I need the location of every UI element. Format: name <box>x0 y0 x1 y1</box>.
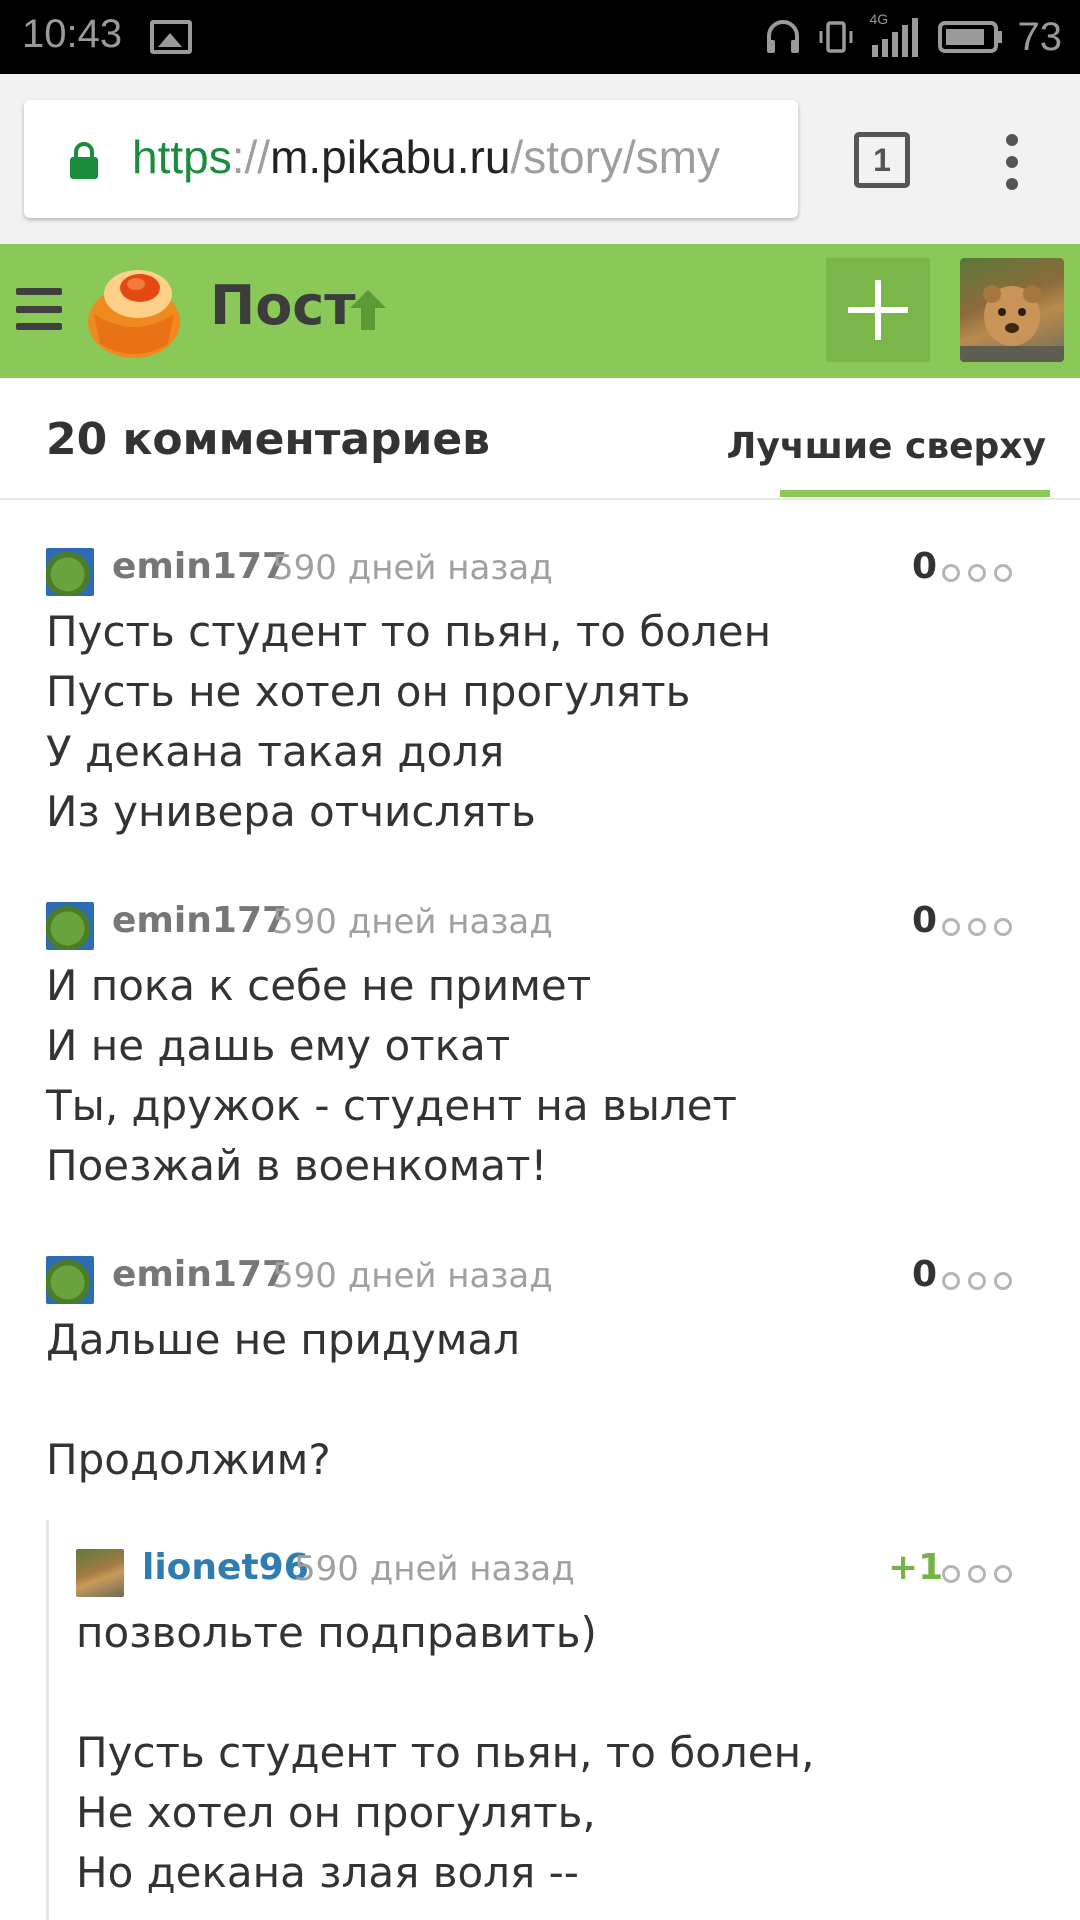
page-title: Пост <box>210 274 356 337</box>
comment-author[interactable]: emin177 <box>112 546 287 587</box>
comment-author[interactable]: emin177 <box>112 900 287 941</box>
comment-time: 590 дней назад <box>294 1549 575 1589</box>
url-host: m.pikabu.ru <box>270 131 511 183</box>
user-avatar[interactable] <box>960 258 1064 362</box>
comment-text: Дальше не придумал Продолжим? <box>46 1315 520 1484</box>
browser-toolbar: https://m.pikabu.ru/story/smy 1 <box>0 74 1080 244</box>
comment-rating: +1 <box>888 1547 944 1588</box>
image-icon <box>150 20 192 54</box>
more-options-icon[interactable] <box>942 917 1012 937</box>
comment-time: 590 дней назад <box>272 1256 553 1296</box>
signal-icon: 4G <box>870 11 924 59</box>
pikabu-logo-icon[interactable] <box>84 264 184 360</box>
arrow-up-icon[interactable] <box>344 286 392 334</box>
comment-rating: 0 <box>912 900 938 941</box>
hamburger-menu-icon[interactable] <box>16 288 62 330</box>
comment-time: 590 дней назад <box>272 902 553 942</box>
sort-tab-best[interactable]: Лучшие сверху <box>727 426 1046 467</box>
more-options-icon[interactable] <box>942 563 1012 583</box>
comment-author[interactable]: lionet96 <box>142 1547 309 1588</box>
headphones-icon <box>766 20 799 53</box>
comments-count: 20 комментариев <box>46 414 491 465</box>
url-text: https://m.pikabu.ru/story/smy <box>132 130 720 184</box>
battery-percent: 73 <box>1017 14 1063 59</box>
url-scheme: https <box>132 131 232 183</box>
battery-icon <box>937 21 1002 53</box>
avatar[interactable] <box>46 902 94 950</box>
comment-author[interactable]: emin177 <box>112 1254 287 1295</box>
comments-header: 20 комментариев Лучшие сверху <box>0 378 1080 500</box>
comment-time: 590 дней назад <box>272 548 553 588</box>
url-separator: :// <box>231 131 271 183</box>
comment-text: И пока к себе не примет И не дашь ему от… <box>46 961 738 1190</box>
add-post-button[interactable] <box>826 258 930 362</box>
sort-tab-indicator <box>780 490 1050 497</box>
avatar[interactable] <box>46 1256 94 1304</box>
comment-text: позвольте подправить) Пусть студент то п… <box>76 1608 815 1897</box>
site-header: Пост <box>0 244 1080 378</box>
vibrate-icon <box>819 21 852 53</box>
lion-cub-icon <box>960 285 1064 362</box>
more-options-icon[interactable] <box>942 1564 1012 1584</box>
more-options-icon[interactable] <box>942 1271 1012 1291</box>
status-icons: 4G 73 <box>764 10 1063 64</box>
comment-text: Пусть студент то пьян, то болен Пусть не… <box>46 607 772 836</box>
tabs-button[interactable]: 1 <box>854 132 910 188</box>
reply-thread-line <box>46 1520 49 1920</box>
status-time: 10:43 <box>22 12 123 56</box>
lock-icon <box>70 142 98 179</box>
status-bar: 10:43 4G 73 <box>0 0 1080 74</box>
comment-rating: 0 <box>912 546 938 587</box>
overflow-menu-icon[interactable] <box>1000 134 1024 190</box>
avatar[interactable] <box>46 548 94 596</box>
address-bar[interactable]: https://m.pikabu.ru/story/smy <box>24 100 798 218</box>
avatar[interactable] <box>76 1549 124 1597</box>
url-path: /story/smy <box>510 131 720 183</box>
comment-rating: 0 <box>912 1254 938 1295</box>
